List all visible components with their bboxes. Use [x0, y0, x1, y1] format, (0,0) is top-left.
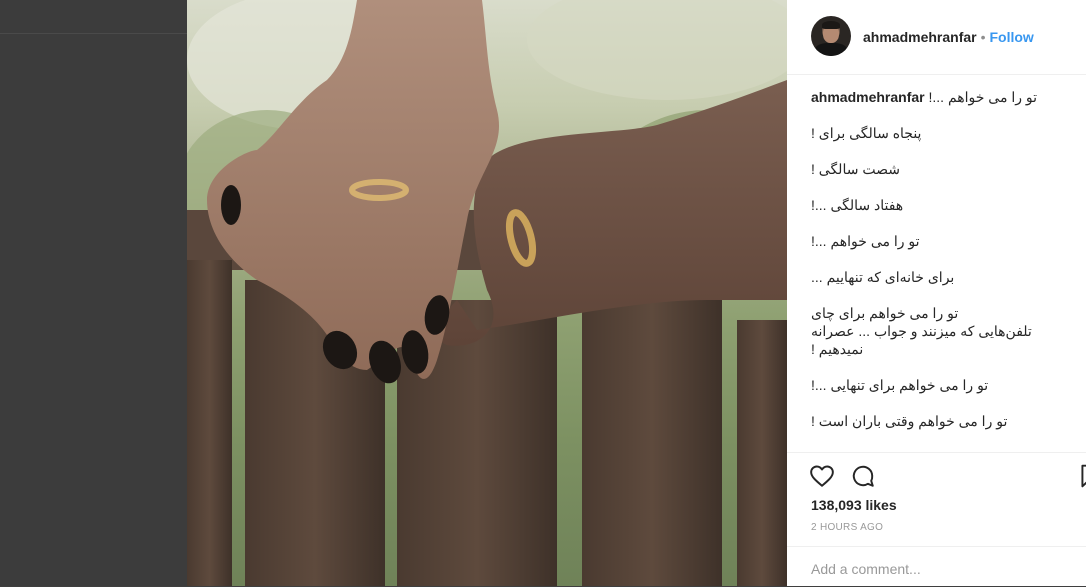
bookmark-icon[interactable]: [1077, 463, 1086, 489]
post-side-panel: ahmadmehranfar • Follow ahmadmehranfar !..…: [787, 0, 1086, 586]
caption-line: تو را می خواهم برای چای: [811, 305, 959, 321]
modal-backdrop[interactable]: [0, 0, 187, 586]
post-photo[interactable]: [187, 0, 787, 586]
follow-button[interactable]: Follow: [990, 29, 1034, 45]
separator-dot: •: [980, 29, 986, 45]
caption-line: ahmadmehranfar !... تو را می خواهم: [811, 88, 1081, 106]
caption-line: ! نمیدهیم: [811, 341, 864, 357]
backdrop-divider: [0, 33, 187, 34]
caption-line: ... برای خانه‌ای که تنهاییم: [811, 269, 955, 285]
caption-line: !... هفتاد سالگی: [811, 197, 904, 213]
post-header: ahmadmehranfar • Follow: [787, 0, 1086, 75]
caption: ahmadmehranfar !... تو را می خواهم ! پنج…: [811, 88, 1081, 452]
heart-icon[interactable]: [809, 463, 835, 489]
post-timestamp[interactable]: 2 HOURS AGO: [811, 522, 883, 533]
caption-line: !... تو را می خواهم برای تنهایی: [811, 377, 989, 393]
caption-line: ! تو را می خواهم وقتی باران است: [811, 413, 1008, 429]
caption-line: ! پنجاه سالگی برای: [811, 125, 922, 141]
caption-line: ! شصت سالگی: [811, 161, 900, 177]
comment-input[interactable]: [811, 559, 1061, 579]
username-row: ahmadmehranfar • Follow: [863, 29, 1034, 45]
post-photo-image: [187, 0, 787, 586]
caption-text: !... تو را می خواهم: [928, 89, 1038, 105]
likes-count[interactable]: 138,093 likes: [811, 497, 897, 513]
likes-count-text: 138,093 likes: [811, 497, 897, 513]
comment-icon[interactable]: [850, 463, 876, 489]
username-link[interactable]: ahmadmehranfar: [863, 29, 977, 45]
caption-line: !... تو را می خواهم: [811, 233, 920, 249]
comment-form: [787, 546, 1086, 587]
caption-line: تلفن‌هایی که میزنند و جواب ... عصرانه: [811, 323, 1032, 339]
action-bar: [787, 452, 1086, 503]
avatar[interactable]: [811, 16, 851, 56]
caption-author-link[interactable]: ahmadmehranfar: [811, 89, 925, 105]
